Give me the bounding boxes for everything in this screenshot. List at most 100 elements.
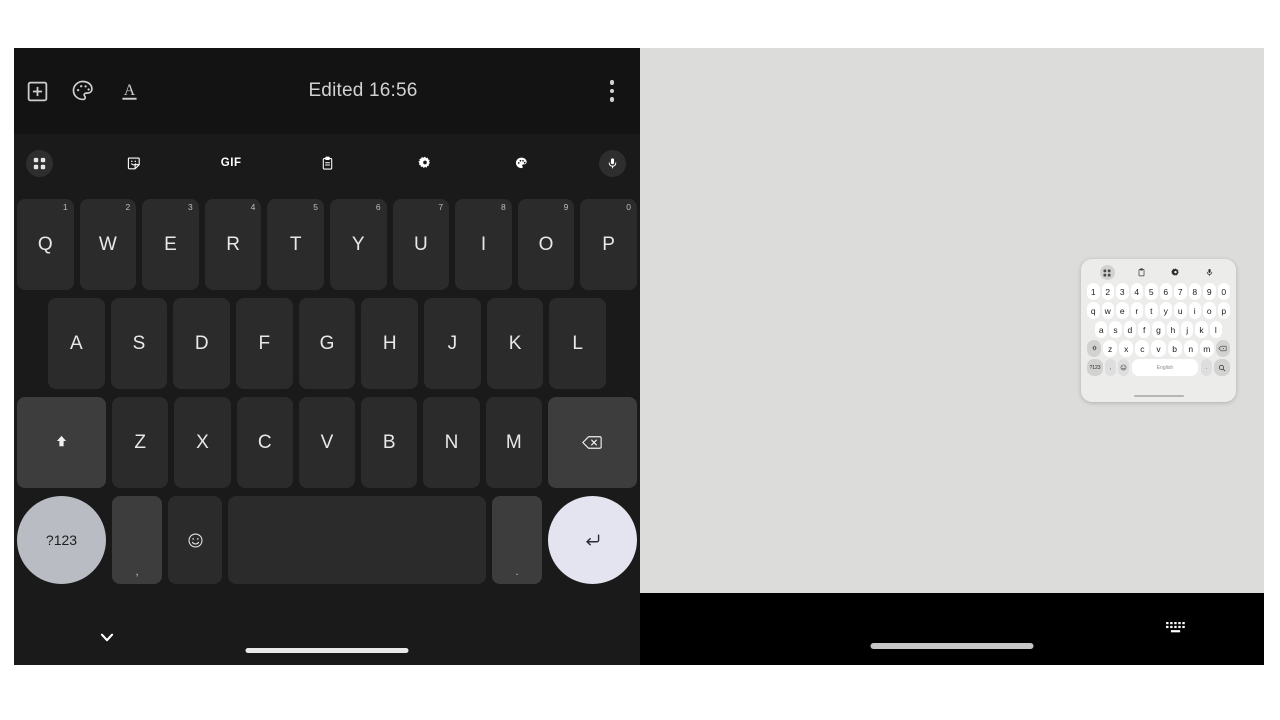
emoji-icon: [1120, 364, 1127, 371]
toolbar-theme[interactable]: [473, 146, 570, 180]
fk-backspace-key[interactable]: [1215, 340, 1230, 357]
key-t[interactable]: 5T: [267, 199, 324, 290]
emoji-key[interactable]: [168, 496, 222, 584]
toolbar-grid-menu[interactable]: [14, 146, 86, 180]
fk-comma-key[interactable]: ,: [1105, 359, 1116, 376]
hide-keyboard-chevron-down-icon[interactable]: [92, 622, 122, 652]
key-a[interactable]: A: [48, 298, 105, 389]
fk-key-1[interactable]: 1: [1087, 283, 1100, 300]
key-j[interactable]: J: [424, 298, 481, 389]
fk-key-7[interactable]: 7: [1174, 283, 1187, 300]
key-r[interactable]: 4R: [204, 199, 262, 290]
key-d[interactable]: D: [173, 298, 231, 389]
fk-toolbar-grid-menu[interactable]: [1090, 265, 1124, 280]
fk-key-v[interactable]: v: [1151, 340, 1166, 357]
fk-key-j[interactable]: j: [1180, 321, 1194, 338]
fk-key-n[interactable]: n: [1183, 340, 1198, 357]
home-indicator[interactable]: [870, 643, 1034, 649]
fk-toolbar-clipboard[interactable]: [1124, 265, 1158, 280]
enter-key[interactable]: [548, 496, 637, 584]
fk-key-8[interactable]: 8: [1188, 283, 1201, 300]
backspace-key[interactable]: [547, 397, 637, 488]
key-l[interactable]: L: [549, 298, 607, 389]
key-q[interactable]: 1Q: [17, 199, 74, 290]
fk-shift-key[interactable]: [1087, 340, 1102, 357]
key-s[interactable]: S: [110, 298, 168, 389]
key-m[interactable]: M: [485, 397, 542, 488]
key-f[interactable]: F: [236, 298, 293, 389]
fk-period-key[interactable]: .: [1201, 359, 1212, 376]
add-box-icon[interactable]: [14, 68, 60, 114]
fk-emoji-key[interactable]: [1118, 359, 1129, 376]
fk-key-h[interactable]: h: [1166, 321, 1179, 338]
fk-key-k[interactable]: k: [1195, 321, 1208, 338]
key-c[interactable]: C: [236, 397, 293, 488]
key-k[interactable]: K: [486, 298, 544, 389]
fk-toolbar-settings[interactable]: [1159, 265, 1193, 280]
fk-key-0[interactable]: 0: [1217, 283, 1230, 300]
fk-key-b[interactable]: b: [1167, 340, 1182, 357]
fk-space-key[interactable]: English: [1132, 359, 1198, 376]
fk-key-5[interactable]: 5: [1145, 283, 1158, 300]
fk-key-p[interactable]: p: [1217, 302, 1230, 319]
key-g[interactable]: G: [298, 298, 356, 389]
more-options-icon[interactable]: [584, 68, 640, 114]
microphone-icon: [1202, 265, 1217, 280]
fk-key-o[interactable]: o: [1203, 302, 1216, 319]
space-key[interactable]: [228, 496, 486, 584]
fk-key-r[interactable]: r: [1130, 302, 1143, 319]
toolbar-voice-input[interactable]: [570, 146, 640, 180]
key-e[interactable]: 3E: [142, 199, 199, 290]
key-u[interactable]: 7U: [392, 199, 450, 290]
fk-key-a[interactable]: a: [1095, 321, 1108, 338]
fk-key-w[interactable]: w: [1101, 302, 1114, 319]
fk-key-l[interactable]: l: [1209, 321, 1222, 338]
key-b[interactable]: B: [361, 397, 418, 488]
comma-key[interactable]: ,: [112, 496, 162, 584]
fk-key-x[interactable]: x: [1119, 340, 1134, 357]
switch-keyboard-icon[interactable]: [1162, 614, 1192, 644]
period-key[interactable]: .: [492, 496, 542, 584]
fk-key-i[interactable]: i: [1188, 302, 1201, 319]
key-w[interactable]: 2W: [79, 199, 137, 290]
fk-key-y[interactable]: y: [1159, 302, 1172, 319]
key-n[interactable]: N: [423, 397, 480, 488]
fk-key-9[interactable]: 9: [1203, 283, 1216, 300]
fk-key-3[interactable]: 3: [1116, 283, 1129, 300]
fk-key-6[interactable]: 6: [1159, 283, 1172, 300]
key-y[interactable]: 6Y: [329, 199, 387, 290]
key-p[interactable]: 0P: [580, 199, 637, 290]
key-z[interactable]: Z: [112, 397, 169, 488]
symbols-key[interactable]: ?123: [17, 496, 106, 584]
key-o[interactable]: 9O: [517, 199, 575, 290]
fk-key-4[interactable]: 4: [1130, 283, 1143, 300]
toolbar-sticker[interactable]: [86, 146, 183, 180]
fk-key-z[interactable]: z: [1103, 340, 1118, 357]
fk-symbols-key[interactable]: ?123: [1087, 359, 1103, 376]
shift-key[interactable]: [17, 397, 106, 488]
fk-key-f[interactable]: f: [1138, 321, 1151, 338]
toolbar-gif[interactable]: GIF: [183, 146, 280, 180]
toolbar-settings[interactable]: [376, 146, 473, 180]
fk-key-m[interactable]: m: [1199, 340, 1214, 357]
fk-key-c[interactable]: c: [1135, 340, 1150, 357]
fk-key-e[interactable]: e: [1116, 302, 1129, 319]
fk-toolbar-voice-input[interactable]: [1193, 265, 1227, 280]
fk-key-u[interactable]: u: [1174, 302, 1187, 319]
fk-key-s[interactable]: s: [1109, 321, 1122, 338]
fk-key-t[interactable]: t: [1145, 302, 1158, 319]
toolbar-clipboard[interactable]: [280, 146, 377, 180]
fk-search-key[interactable]: [1214, 359, 1230, 376]
key-i[interactable]: 8I: [455, 199, 512, 290]
fk-key-g[interactable]: g: [1152, 321, 1165, 338]
key-x[interactable]: X: [174, 397, 231, 488]
right-navigation-bar: [640, 593, 1264, 665]
home-indicator[interactable]: [245, 648, 409, 653]
key-h[interactable]: H: [361, 298, 419, 389]
fk-key-q[interactable]: q: [1087, 302, 1100, 319]
fk-key-2[interactable]: 2: [1101, 283, 1114, 300]
color-palette-icon[interactable]: [60, 68, 106, 114]
left-phone-panel: A Edited 16:56 GIF 1 Q 2 W 3 E 4 R 5 T 6…: [14, 48, 640, 665]
fk-key-d[interactable]: d: [1123, 321, 1136, 338]
key-v[interactable]: V: [298, 397, 356, 488]
